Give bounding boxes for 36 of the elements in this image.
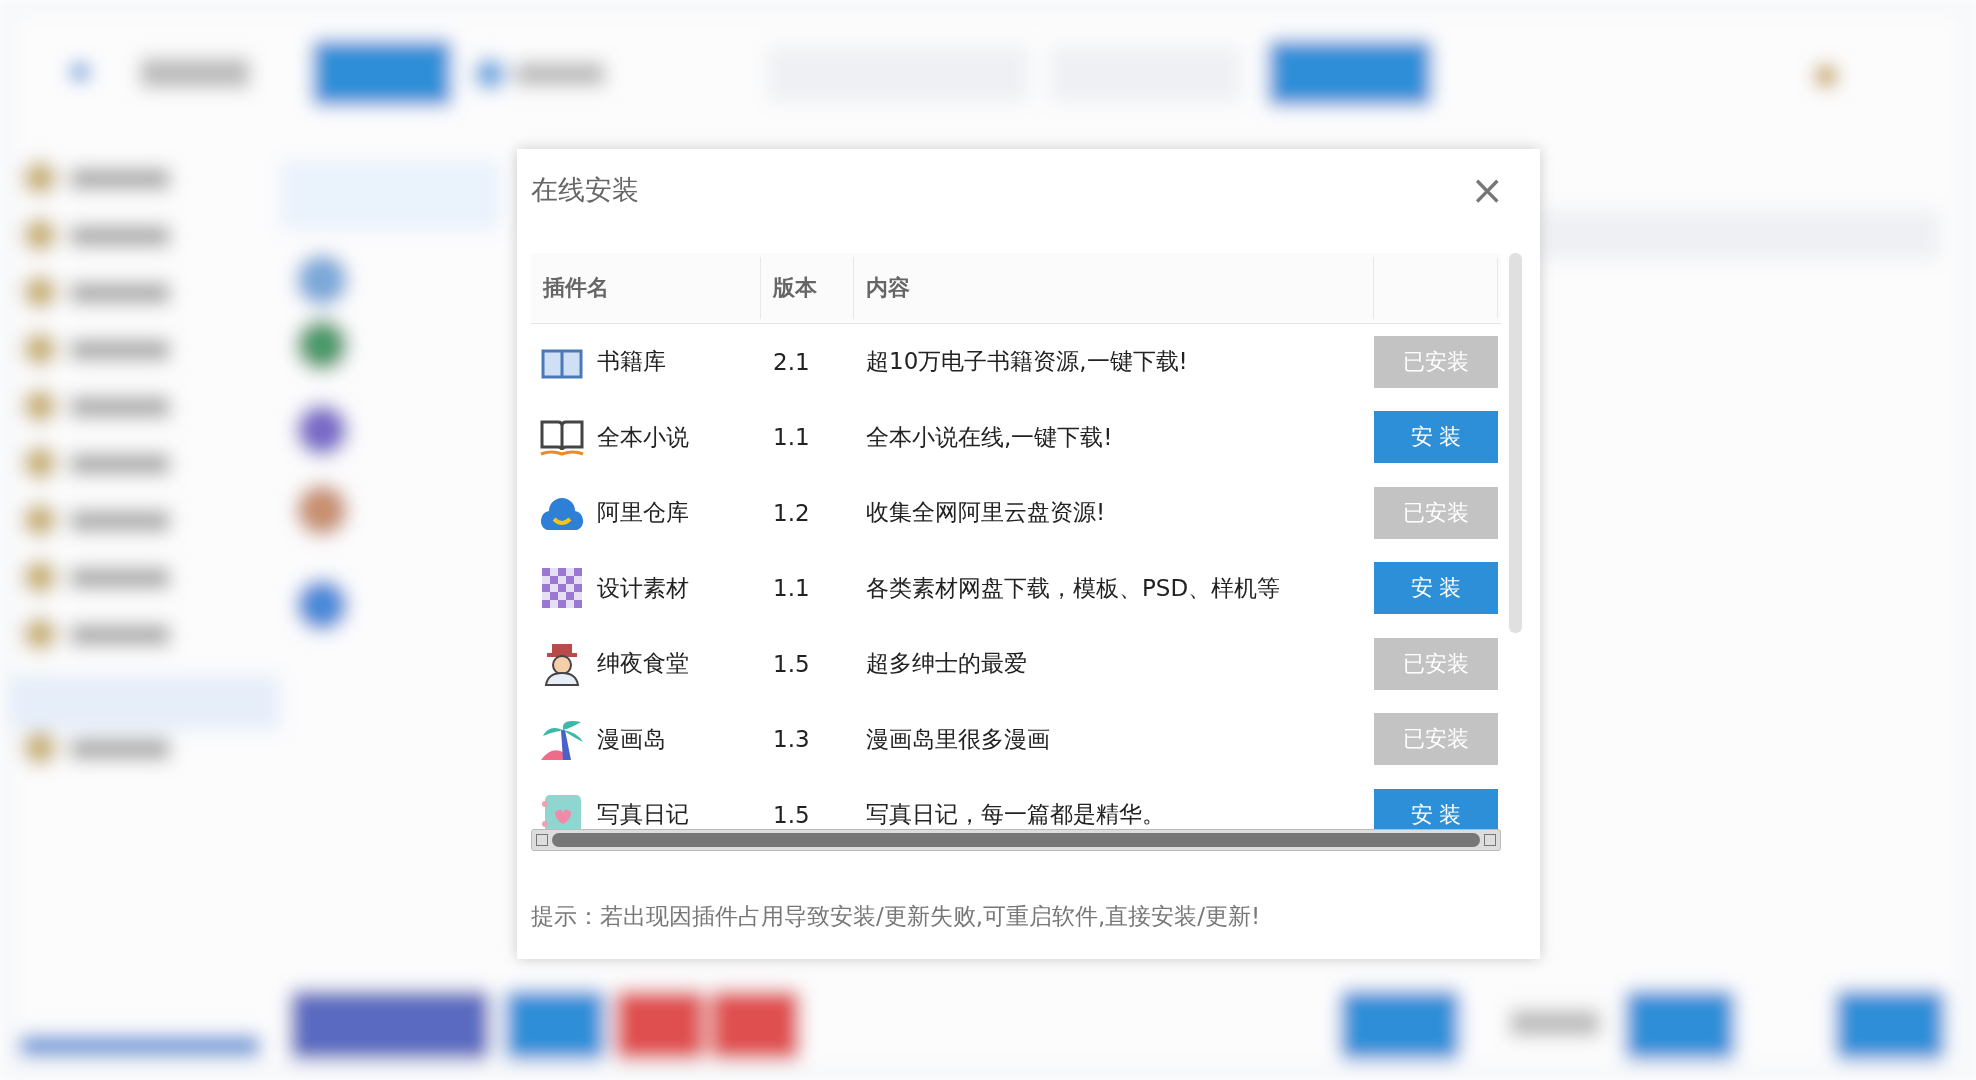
content-cell-text: 超10万电子书籍资源,一键下载! [865, 347, 1189, 377]
installed-button[interactable]: 已安装 [1374, 486, 1498, 539]
content-cell-text: 写真日记，每一篇都是精华。 [865, 800, 1166, 829]
installed-button[interactable]: 已安装 [1374, 637, 1498, 690]
dialog-title: 在线安装 [531, 173, 639, 207]
content-cell-text: 超多绅士的最爱 [865, 649, 1028, 679]
horizontal-scrollbar[interactable] [531, 829, 1501, 851]
install-button[interactable]: 安 装 [1374, 411, 1498, 464]
version-cell-text: 1.5 [772, 801, 811, 828]
plugin-name: 阿里仓库 [597, 498, 689, 528]
vertical-scrollbar[interactable] [1509, 253, 1522, 633]
install-button[interactable]: 安 装 [1374, 562, 1498, 615]
version-cell-text: 1.1 [772, 424, 811, 451]
version-cell-text: 1.1 [772, 575, 811, 602]
version-cell-text: 1.5 [772, 650, 811, 677]
column-header: 内容 [854, 257, 1374, 319]
plugin-name: 全本小说 [597, 422, 689, 452]
column-header: 版本 [761, 257, 854, 319]
installed-button[interactable]: 已安装 [1374, 335, 1498, 388]
install-button[interactable]: 安 装 [1374, 788, 1498, 829]
installed-button[interactable]: 已安装 [1374, 713, 1498, 766]
plugin-name: 设计素材 [597, 573, 689, 603]
close-button[interactable]: × [1464, 170, 1510, 210]
content-cell-text: 漫画岛里很多漫画 [865, 724, 1051, 754]
content-cell-text: 收集全网阿里云盘资源! [865, 498, 1107, 528]
version-cell-text: 1.3 [772, 726, 811, 753]
version-cell-text: 2.1 [772, 348, 811, 375]
plugin-name: 写真日记 [597, 800, 689, 829]
content-cell-text: 各类素材网盘下载，模板、PSD、样机等 [865, 573, 1282, 603]
plugin-name: 绅夜食堂 [597, 649, 689, 679]
plugin-name: 漫画岛 [597, 724, 666, 754]
tip-text: 提示：若出现因插件占用导致安装/更新失败,可重启软件,直接安装/更新! [531, 902, 1262, 931]
plugin-name: 书籍库 [597, 347, 666, 377]
column-header: 插件名 [531, 257, 761, 319]
content-cell-text: 全本小说在线,一键下载! [865, 422, 1114, 452]
version-cell-text: 1.2 [772, 499, 811, 526]
